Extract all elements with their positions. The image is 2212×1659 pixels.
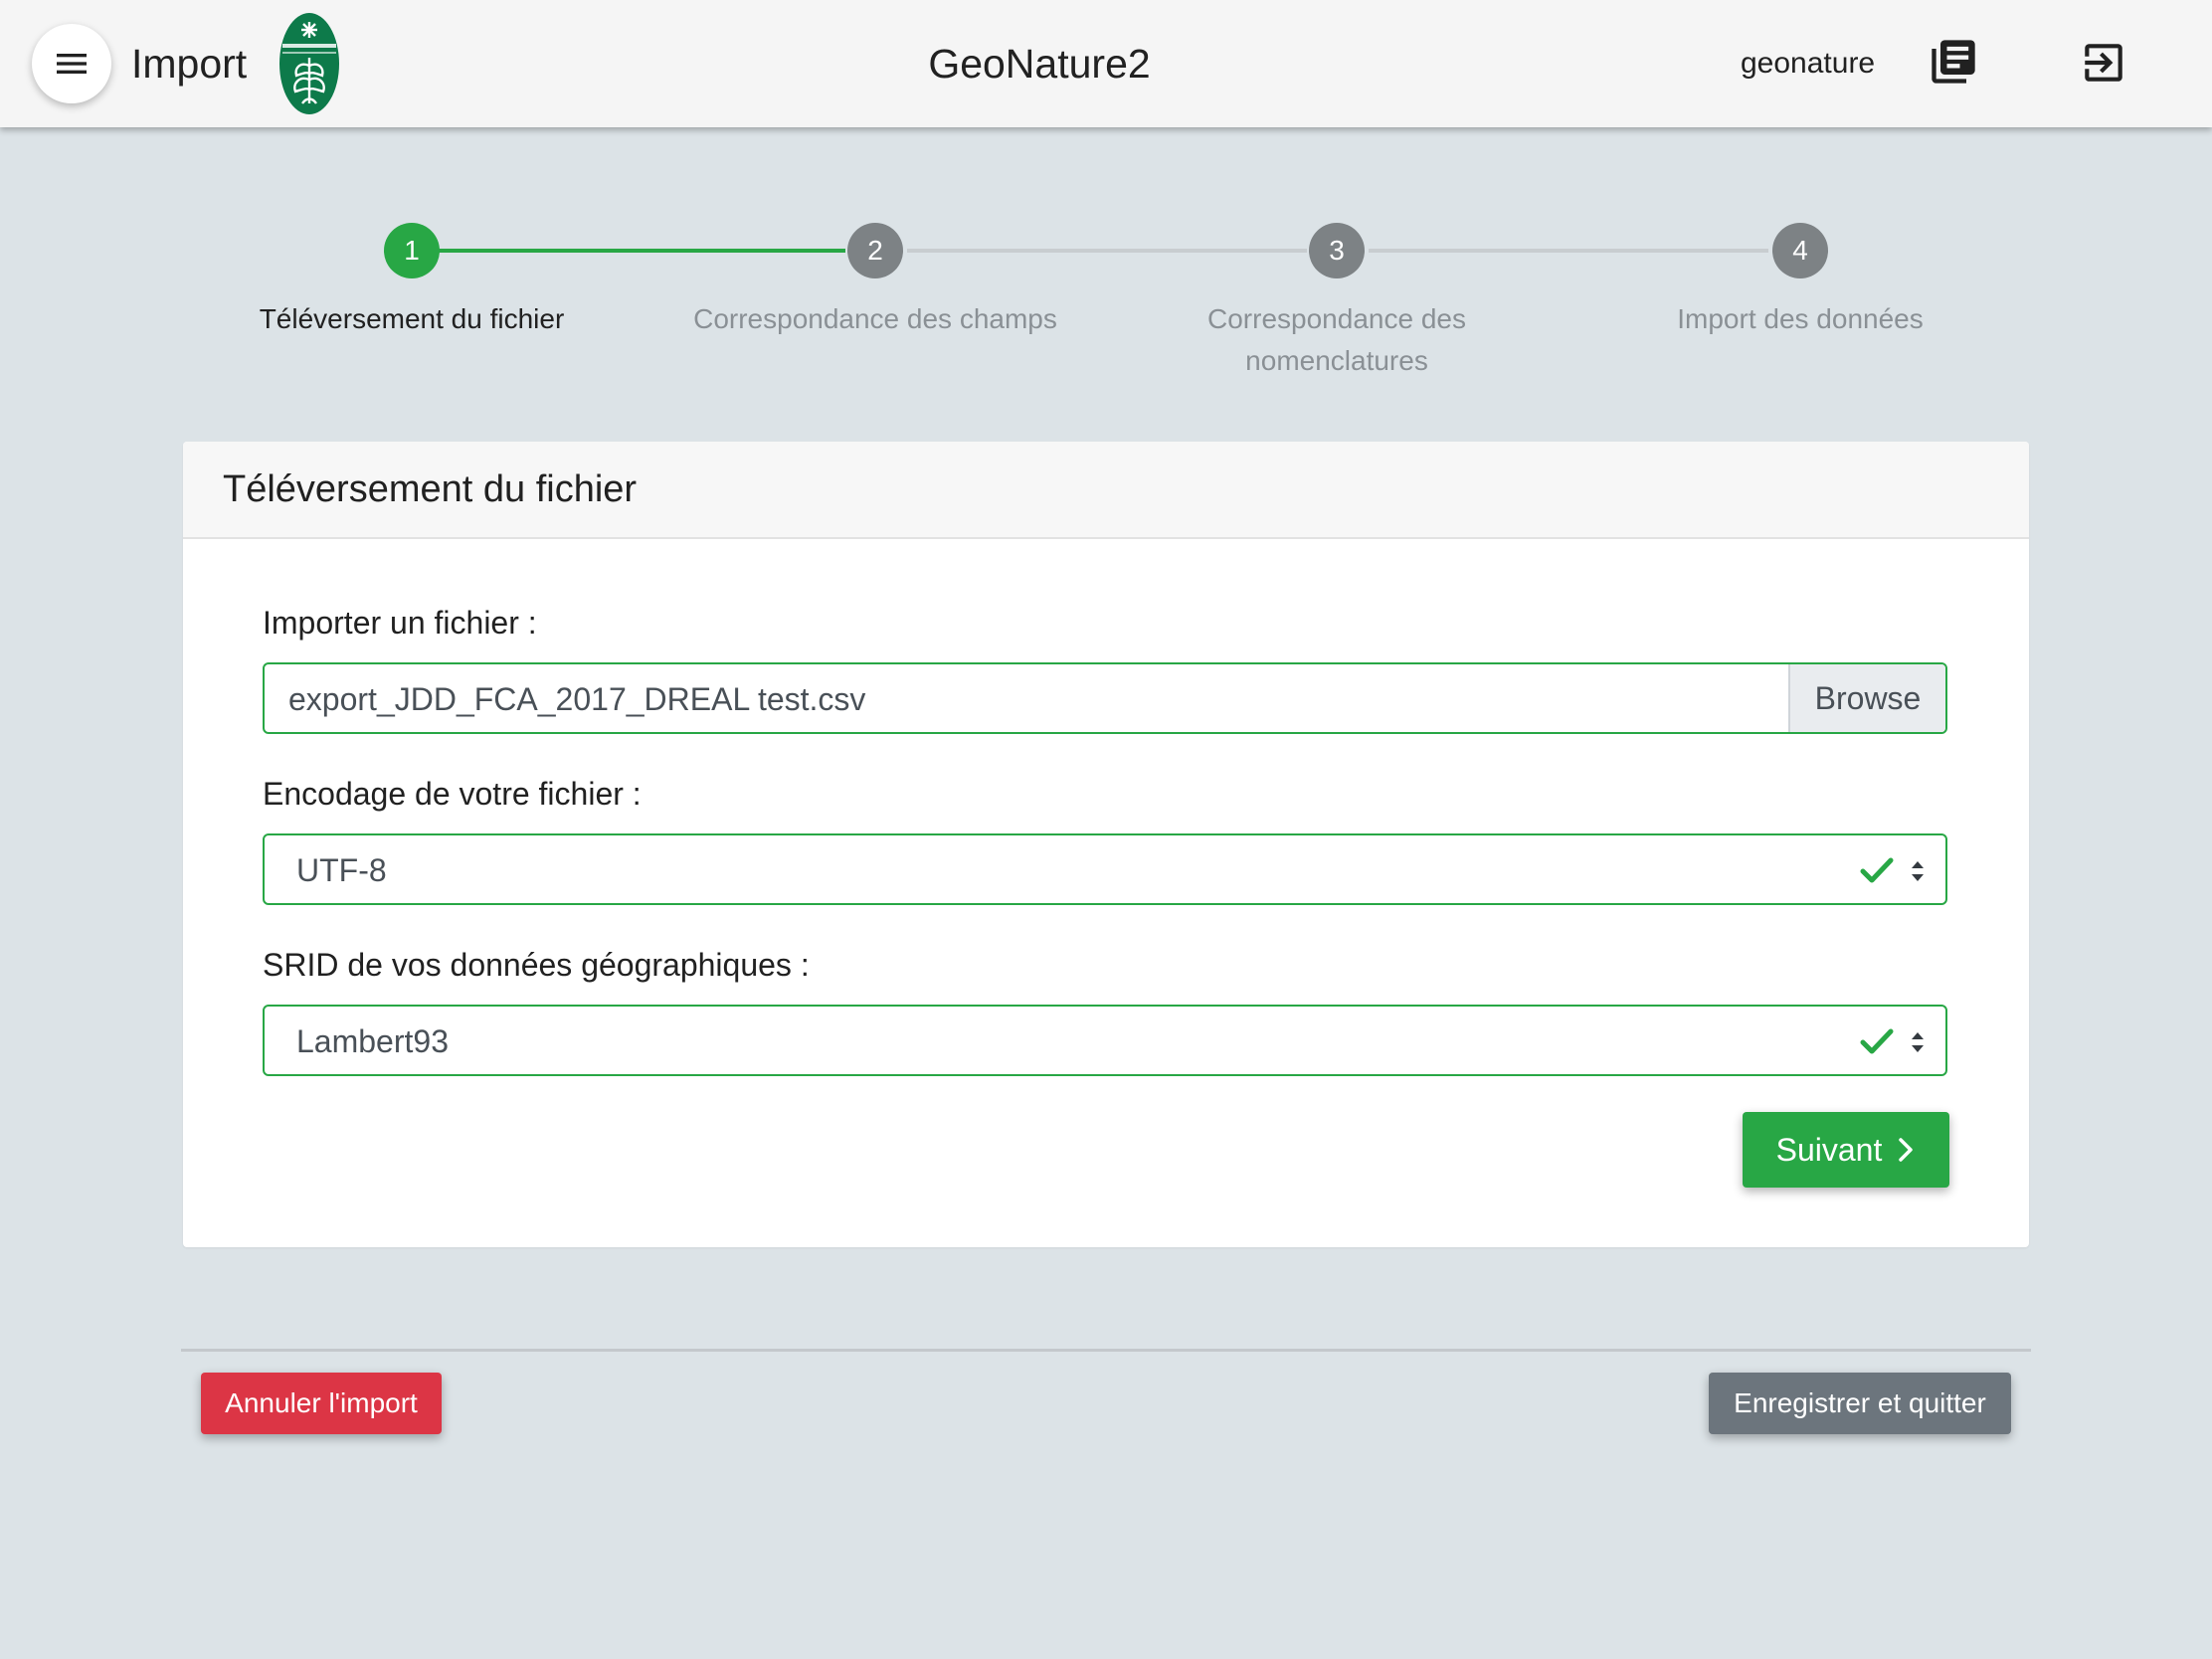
check-icon xyxy=(1860,857,1894,883)
chevron-right-icon xyxy=(1899,1138,1914,1162)
step-4-circle[interactable]: 4 xyxy=(1772,223,1828,278)
step-3-label: Correspondance des nomenclatures xyxy=(1207,303,1466,376)
encoding-select[interactable]: UTF-8 xyxy=(263,833,1947,905)
save-and-quit-button[interactable]: Enregistrer et quitter xyxy=(1709,1373,2011,1434)
next-button-label: Suivant xyxy=(1775,1131,1883,1168)
step-2-label: Correspondance des champs xyxy=(693,303,1057,334)
srid-select[interactable]: Lambert93 xyxy=(263,1005,1947,1076)
logout-icon[interactable] xyxy=(2079,38,2128,88)
encoding-label: Encodage de votre fichier : xyxy=(263,776,642,812)
select-arrows-icon xyxy=(1912,861,1924,881)
step-4-label: Import des données xyxy=(1677,303,1924,334)
docs-icon[interactable] xyxy=(1928,36,1979,88)
file-name: export_JDD_FCA_2017_DREAL test.csv xyxy=(288,681,866,717)
card-header: Téléversement du fichier xyxy=(183,442,2029,539)
step-1-circle[interactable]: 1 xyxy=(384,223,440,278)
file-label: Importer un fichier : xyxy=(263,605,537,641)
username: geonature xyxy=(1741,47,1876,80)
step-2-circle[interactable]: 2 xyxy=(847,223,903,278)
top-navbar: Import GeoNature2 geonature xyxy=(0,0,2212,127)
cancel-import-button[interactable]: Annuler l'import xyxy=(201,1373,442,1434)
step-connector-3 xyxy=(1369,249,1768,253)
step-connector-2 xyxy=(907,249,1307,253)
next-button[interactable]: Suivant xyxy=(1743,1112,1949,1188)
browse-button[interactable]: Browse xyxy=(1788,664,1945,732)
upload-card: Téléversement du fichier Importer un fic… xyxy=(183,442,2029,1247)
srid-label: SRID de vos données géographiques : xyxy=(263,947,810,983)
srid-value: Lambert93 xyxy=(296,1023,449,1059)
card-title: Téléversement du fichier xyxy=(223,468,638,510)
select-arrows-icon xyxy=(1912,1032,1924,1052)
check-icon xyxy=(1860,1028,1894,1054)
file-input[interactable]: export_JDD_FCA_2017_DREAL test.csv Brows… xyxy=(263,662,1947,734)
step-1-label: Téléversement du fichier xyxy=(259,303,565,334)
step-3-circle[interactable]: 3 xyxy=(1309,223,1365,278)
encoding-value: UTF-8 xyxy=(296,852,387,888)
step-connector-1 xyxy=(438,249,845,253)
footer-divider xyxy=(181,1349,2031,1352)
